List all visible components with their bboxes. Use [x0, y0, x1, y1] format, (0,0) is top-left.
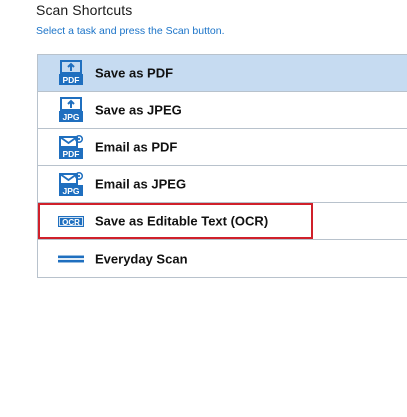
shortcut-label: Email as JPEG — [95, 176, 187, 192]
shortcut-list: PDF Save as PDF JPG Save as JPEG PDF Ema… — [37, 54, 407, 278]
shortcut-label: Save as Editable Text (OCR) — [95, 213, 269, 229]
page-title: Scan Shortcuts — [36, 2, 133, 18]
shortcut-label: Everyday Scan — [95, 251, 188, 266]
icon-badge-text: PDF — [63, 149, 80, 159]
email-jpeg-icon: JPG — [58, 171, 84, 197]
everyday-scan-icon — [58, 246, 84, 272]
icon-badge-text: PDF — [63, 75, 80, 85]
shortcut-label: Save as JPEG — [95, 102, 182, 118]
icon-badge-text: JPG — [62, 112, 79, 122]
save-jpeg-icon: JPG — [58, 97, 84, 123]
page-subtitle: Select a task and press the Scan button. — [36, 25, 225, 37]
email-pdf-icon: PDF — [58, 134, 84, 160]
icon-badge-text: OCR — [62, 218, 80, 227]
shortcut-email-as-jpeg[interactable]: JPG Email as JPEG — [38, 166, 407, 203]
shortcut-save-as-jpeg[interactable]: JPG Save as JPEG — [38, 92, 407, 129]
shortcut-save-as-pdf[interactable]: PDF Save as PDF — [38, 55, 407, 92]
shortcut-email-as-pdf[interactable]: PDF Email as PDF — [38, 129, 407, 166]
icon-badge-text: JPG — [62, 186, 79, 196]
save-pdf-icon: PDF — [58, 60, 84, 86]
shortcut-label: Email as PDF — [95, 139, 178, 155]
shortcut-everyday-scan[interactable]: Everyday Scan — [38, 240, 407, 277]
shortcut-label: Save as PDF — [95, 65, 174, 81]
shortcut-save-as-editable-text[interactable]: OCR Save as Editable Text (OCR) — [38, 203, 407, 240]
ocr-icon: OCR — [58, 208, 84, 234]
scan-shortcuts-panel: Scan Shortcuts Select a task and press t… — [0, 0, 407, 417]
